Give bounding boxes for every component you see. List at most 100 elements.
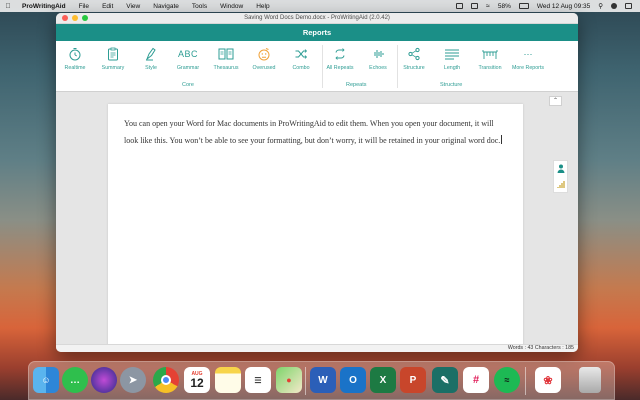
tool-length[interactable]: Length (434, 46, 470, 71)
tool-label: Grammar (176, 65, 200, 71)
tool-label: Summary (101, 65, 125, 71)
chrome-icon[interactable] (153, 367, 179, 393)
calendar-icon[interactable]: AUG 12 (184, 367, 210, 393)
document-page[interactable]: You can open your Word for Mac documents… (108, 104, 523, 350)
status-bar: Words : 43 Characters : 185 (56, 344, 578, 352)
window-title: Saving Word Docs Demo.docx - ProWritingA… (244, 15, 390, 21)
dock-separator (525, 367, 526, 395)
repeat-icon (322, 46, 358, 62)
tool-label: Echoes (369, 65, 387, 71)
tool-label: More Reports (511, 65, 545, 71)
collapse-ribbon-button[interactable]: ⌃ (549, 96, 562, 106)
reports-ribbon: Realtime Summary Style ABC Grammar Thesa… (56, 41, 578, 92)
calendar-day: 12 (190, 375, 204, 390)
reminders-icon[interactable]: ☰ (245, 367, 271, 393)
tool-overused[interactable]: Overused (246, 46, 282, 71)
tool-transition[interactable]: Transition (472, 46, 508, 71)
tool-label: Transition (478, 65, 502, 71)
minimize-button[interactable] (72, 15, 78, 21)
prowritingaid-icon[interactable]: ✎ (432, 367, 458, 393)
reports-header: Reports (56, 24, 578, 41)
tool-style[interactable]: Style (133, 46, 169, 71)
control-center-icon[interactable] (625, 3, 632, 9)
group-label-repeats: Repeats (346, 82, 367, 88)
word-icon[interactable]: W (310, 367, 336, 393)
menu-help[interactable]: Help (256, 3, 269, 10)
share-icon (396, 46, 432, 62)
outlook-icon[interactable]: O (340, 367, 366, 393)
messages-icon[interactable]: … (62, 367, 88, 393)
tool-thesaurus[interactable]: Thesaurus (208, 46, 244, 71)
app-window: Saving Word Docs Demo.docx - ProWritingA… (56, 13, 578, 352)
dropbox-icon[interactable] (471, 3, 478, 9)
tool-grammar[interactable]: ABC Grammar (170, 46, 206, 71)
side-panel (553, 160, 568, 193)
waveform-icon (360, 46, 396, 62)
more-icon: ⋯ (523, 48, 533, 59)
search-icon[interactable]: ⚲ (598, 2, 603, 10)
lines-icon (434, 46, 470, 62)
signal-icon[interactable] (556, 180, 565, 189)
tool-more-reports[interactable]: ⋯ More Reports (509, 46, 547, 72)
tool-label: Overused (252, 65, 276, 71)
abc-icon: ABC (177, 49, 198, 59)
tool-label: Combo (292, 65, 310, 71)
person-icon[interactable] (557, 164, 565, 174)
slack-icon[interactable]: # (463, 367, 489, 393)
tool-realtime[interactable]: Realtime (57, 46, 93, 71)
menu-view[interactable]: View (126, 3, 140, 10)
battery-icon[interactable] (518, 3, 529, 9)
menu-file[interactable]: File (79, 3, 89, 10)
menu-tools[interactable]: Tools (192, 3, 207, 10)
user-icon[interactable] (611, 3, 617, 9)
bridge-icon (472, 46, 508, 62)
clock-icon (57, 46, 93, 62)
clock-datetime[interactable]: Wed 12 Aug 09:35 (537, 3, 590, 10)
siri-icon[interactable] (91, 367, 117, 393)
spotify-icon[interactable]: ≈ (494, 367, 520, 393)
tool-label: Length (443, 65, 461, 71)
notes-icon[interactable] (215, 367, 241, 393)
pen-icon (133, 46, 169, 62)
wifi-icon[interactable]: ≈ (486, 3, 490, 10)
book-icon (208, 46, 244, 62)
group-label-core: Core (182, 82, 194, 88)
creative-cloud-icon[interactable]: ❀ (535, 367, 561, 393)
tool-label: Style (145, 65, 157, 71)
face-icon (246, 46, 282, 62)
tool-combo[interactable]: Combo (283, 46, 319, 71)
shuffle-icon (283, 46, 319, 62)
tool-echoes[interactable]: Echoes (360, 46, 396, 71)
menu-navigate[interactable]: Navigate (153, 3, 179, 10)
apple-icon[interactable]:  (0, 3, 16, 10)
tool-label: All Repeats (326, 65, 354, 71)
maps-icon[interactable]: ● (276, 367, 302, 393)
tool-structure[interactable]: Structure (396, 46, 432, 71)
menu-app-name[interactable]: ProWritingAid (22, 3, 66, 10)
menu-window[interactable]: Window (220, 3, 243, 10)
dock: ☺ … ➤ AUG 12 ☰ ● W O X P ✎ # ≈ ❀ (28, 361, 615, 400)
dock-separator (305, 367, 306, 395)
tool-label: Thesaurus (213, 65, 239, 71)
menu-edit[interactable]: Edit (102, 3, 113, 10)
document-text[interactable]: You can open your Word for Mac documents… (124, 116, 506, 149)
powerpoint-icon[interactable]: P (400, 367, 426, 393)
tool-summary[interactable]: Summary (95, 46, 131, 71)
clipboard-icon (95, 46, 131, 62)
editor-area: You can open your Word for Mac documents… (56, 94, 578, 350)
text-cursor (501, 134, 503, 144)
excel-icon[interactable]: X (370, 367, 396, 393)
trash-icon[interactable] (579, 367, 601, 393)
group-label-structure: Structure (440, 82, 463, 88)
launchpad-icon[interactable]: ➤ (120, 367, 146, 393)
battery-percent[interactable]: 58% (498, 3, 511, 10)
close-button[interactable] (62, 15, 68, 21)
menu-bar:  ProWritingAid File Edit View Navigate … (0, 0, 640, 12)
tool-all-repeats[interactable]: All Repeats (322, 46, 358, 71)
finder-icon[interactable]: ☺ (33, 367, 59, 393)
screen-mirror-icon[interactable] (456, 3, 463, 9)
title-bar: Saving Word Docs Demo.docx - ProWritingA… (56, 13, 578, 24)
tool-label: Structure (403, 65, 425, 71)
zoom-button[interactable] (82, 15, 88, 21)
tool-label: Realtime (64, 65, 86, 71)
